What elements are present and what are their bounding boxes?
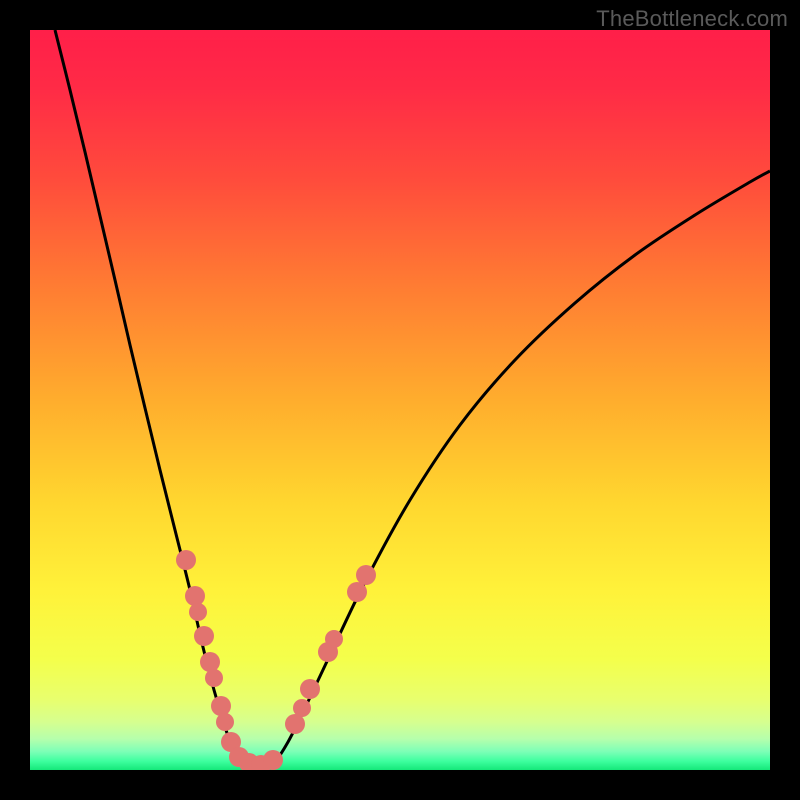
marker-dot	[356, 565, 376, 585]
marker-dot	[211, 696, 231, 716]
marker-dot	[293, 699, 311, 717]
marker-group	[176, 550, 376, 770]
bottleneck-curve	[30, 30, 770, 770]
marker-dot	[263, 750, 283, 770]
marker-dot	[347, 582, 367, 602]
marker-dot	[200, 652, 220, 672]
marker-dot	[194, 626, 214, 646]
marker-dot	[300, 679, 320, 699]
marker-dot	[205, 669, 223, 687]
marker-dot	[189, 603, 207, 621]
marker-dot	[185, 586, 205, 606]
watermark-text: TheBottleneck.com	[596, 6, 788, 32]
plot-frame	[30, 30, 770, 770]
marker-dot	[216, 713, 234, 731]
curve-line	[55, 30, 770, 768]
marker-dot	[325, 630, 343, 648]
marker-dot	[176, 550, 196, 570]
